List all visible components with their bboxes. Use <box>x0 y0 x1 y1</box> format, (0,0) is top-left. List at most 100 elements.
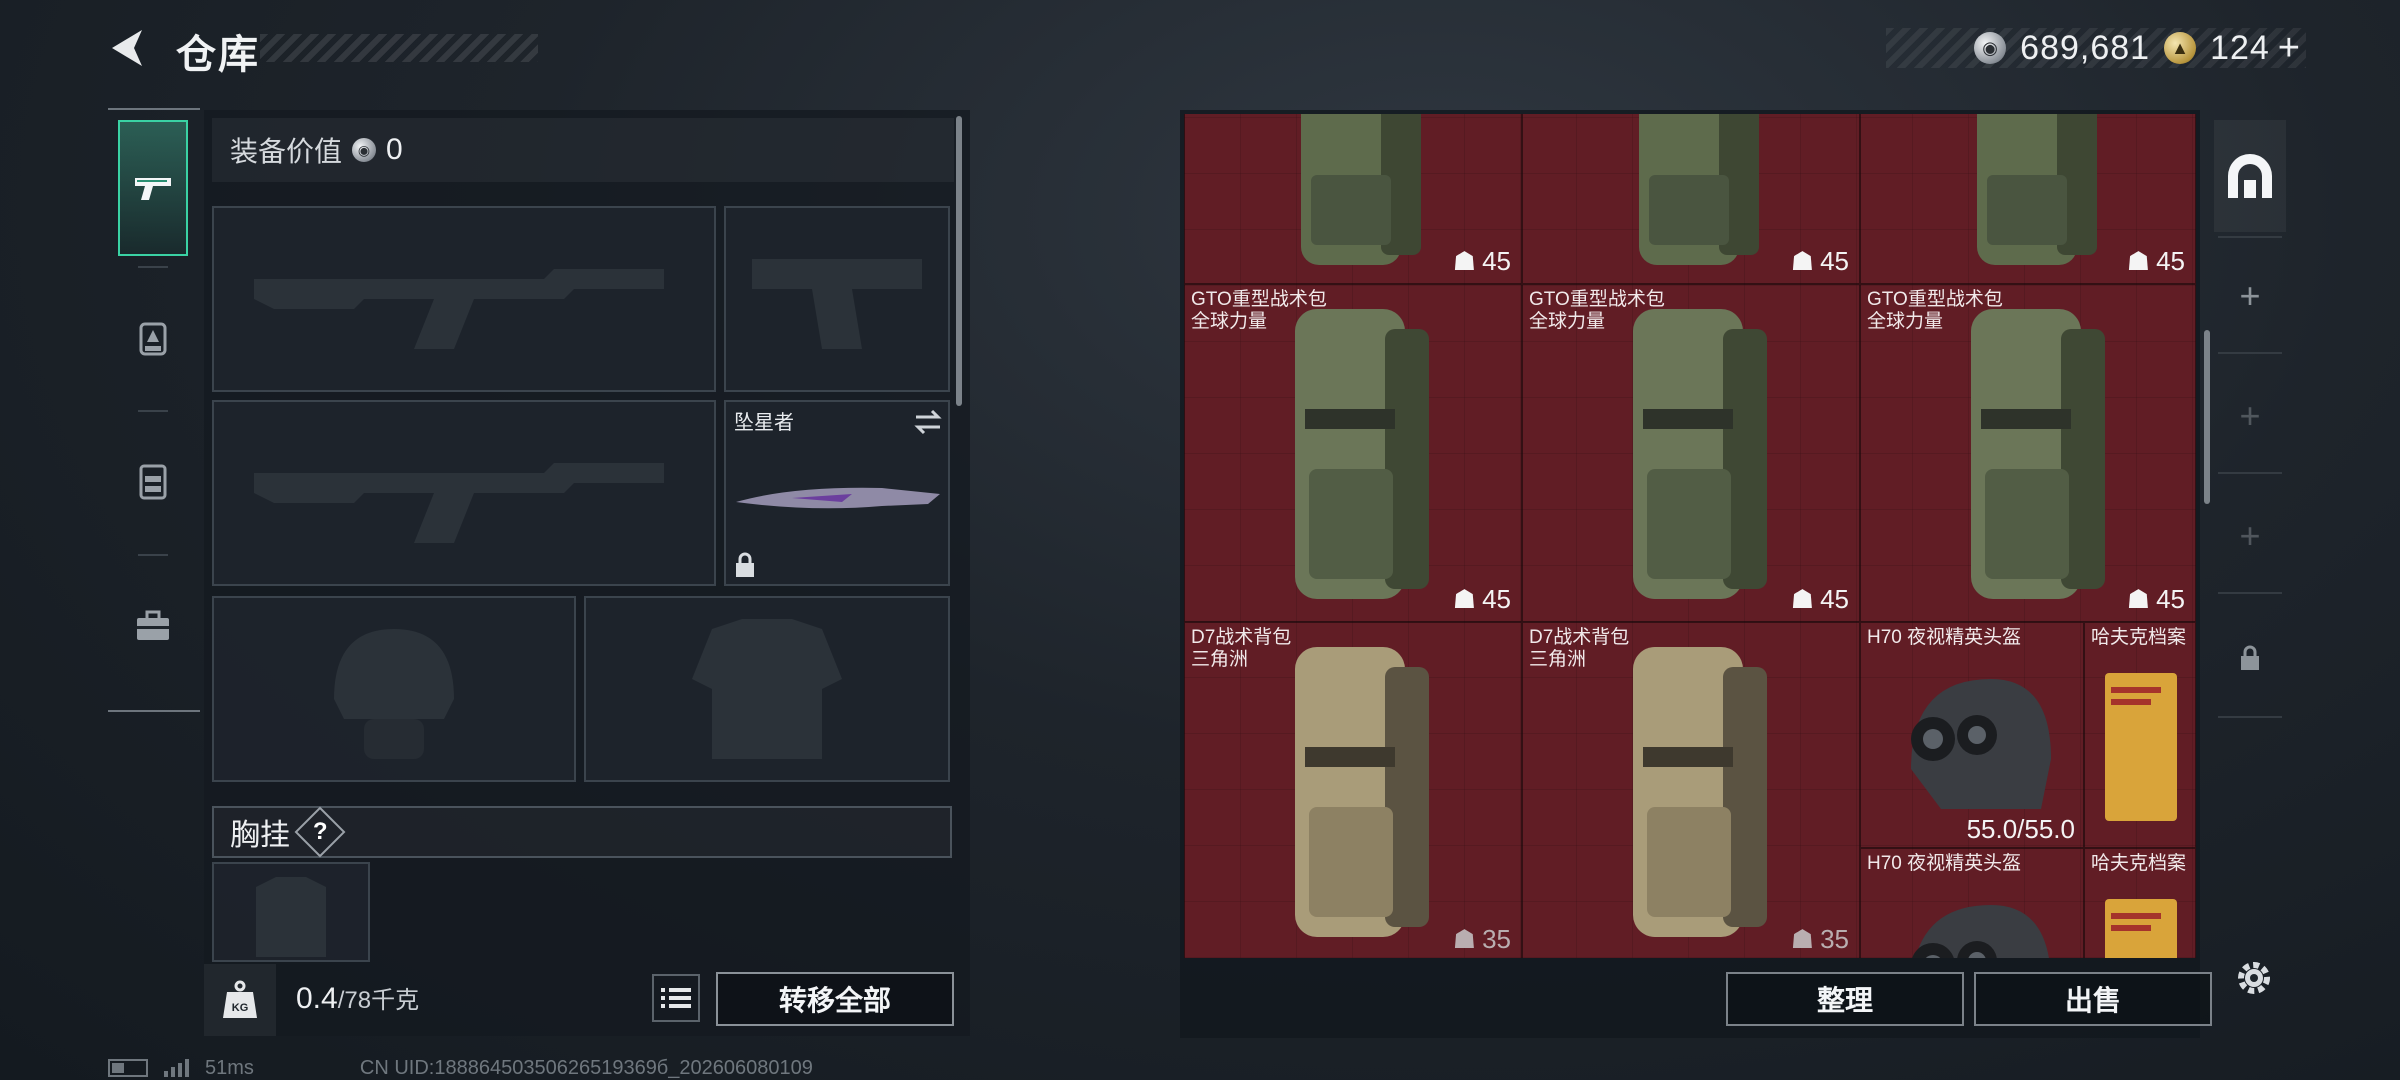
status-bar: 51ms CN UID:18886450350626519369б_202606… <box>108 1056 813 1080</box>
silver-coin-icon: ◉ <box>352 138 377 162</box>
category-nav <box>108 108 200 712</box>
capacity-icon: ☗ <box>1790 924 1815 954</box>
helmet-slot[interactable] <box>212 596 576 782</box>
storage-item[interactable]: GTO重型战术包 全球力量 ☗ 45 <box>1860 284 2196 622</box>
equipment-scrollbar[interactable] <box>956 116 962 406</box>
capacity-icon: ☗ <box>1790 584 1815 614</box>
backpack-icon <box>1633 647 1767 937</box>
weight-icon-box: KG <box>204 964 276 1036</box>
backpack-icon <box>1971 309 2105 599</box>
backpack-icon <box>1977 114 2097 265</box>
capacity-icon: ☗ <box>1452 246 1477 276</box>
chest-rig-header: 胸挂 ? <box>212 806 952 858</box>
nvg-helmet-icon <box>1912 905 2049 958</box>
chest-rig-icon <box>139 464 167 500</box>
equipment-value-label: 装备价值 <box>230 136 343 167</box>
backpack-icon <box>1301 114 1421 265</box>
transfer-all-button[interactable]: 转移全部 <box>716 972 954 1026</box>
lock-icon <box>2241 645 2259 670</box>
storage-item[interactable]: 哈夫克档案 <box>2084 848 2196 958</box>
nvg-helmet-icon <box>1911 679 2051 809</box>
add-storage-tab-button[interactable]: + <box>2214 246 2286 346</box>
storage-item[interactable]: D7战术背包 三角洲 ☗ 35 <box>1184 622 1522 958</box>
folder-icon <box>2105 899 2177 958</box>
silver-coin-icon: ◉ <box>1974 32 2007 64</box>
storage-item[interactable]: GTO重型战术包 全球力量 ☗ 45 <box>1522 284 1860 622</box>
capacity-icon: ☗ <box>1790 246 1815 276</box>
title-decoration <box>260 34 538 62</box>
sell-button[interactable]: 出售 <box>1974 972 2212 1026</box>
add-currency-button[interactable]: + <box>2278 27 2300 70</box>
item-name: 哈夫克档案 <box>2091 627 2187 648</box>
knife-icon <box>736 487 940 509</box>
armor-silhouette-icon <box>692 619 842 759</box>
folder-icon <box>2105 673 2177 821</box>
backpack-lock-icon <box>139 322 167 356</box>
rifle-silhouette-icon <box>254 269 664 349</box>
sidearm-slot[interactable] <box>724 206 950 392</box>
backpack-icon <box>1639 114 1759 265</box>
nav-chest-rig[interactable] <box>118 414 188 550</box>
storage-scrollbar[interactable] <box>2204 330 2210 504</box>
equipment-value-row: 装备价值 ◉ 0 <box>212 118 954 182</box>
primary-weapon-slot[interactable] <box>212 206 716 392</box>
storage-grid: ☗ 45 ☗ 45 ☗ 45 GTO重型战术包 全球力量 ☗ 45 GTO重型战术包 全球力… <box>1184 114 2196 958</box>
ping-readout: 51ms <box>205 1056 254 1079</box>
chest-rig-slot[interactable] <box>212 862 370 962</box>
storage-item[interactable]: ☗ 45 <box>1860 114 2196 284</box>
list-view-button[interactable] <box>652 974 700 1022</box>
gear-icon <box>2238 962 2270 994</box>
nav-weapons[interactable] <box>118 120 188 256</box>
silver-coin-balance: 689,681 <box>2020 28 2151 67</box>
currency-bar: ◉ 689,681 ▲ 124 + <box>1886 27 2306 70</box>
storage-item[interactable]: ☗ 45 <box>1522 114 1860 284</box>
vest-silhouette-icon <box>256 877 326 957</box>
swap-icon[interactable] <box>912 408 944 436</box>
storage-item[interactable]: H70 夜视精英头盔 <box>1860 848 2084 958</box>
battery-icon <box>108 1059 148 1077</box>
locked-storage-tab[interactable] <box>2214 608 2286 708</box>
pistol-icon <box>135 178 171 200</box>
warehouse-mode-button[interactable] <box>2214 120 2286 232</box>
pistol-silhouette-icon <box>752 259 922 349</box>
settings-button[interactable] <box>2226 950 2282 1006</box>
help-button[interactable]: ? <box>294 806 346 858</box>
capacity-icon: ☗ <box>1452 924 1477 954</box>
equipment-value: 0 <box>386 133 403 166</box>
lock-icon <box>736 552 754 577</box>
gold-coin-balance: 124 <box>2210 28 2270 67</box>
item-name: H70 夜视精英头盔 <box>1867 627 2022 648</box>
list-icon <box>661 988 691 1008</box>
organize-button[interactable]: 整理 <box>1726 972 1964 1026</box>
warehouse-icon <box>2228 154 2272 198</box>
back-button[interactable] <box>104 24 152 72</box>
armor-slot[interactable] <box>584 596 950 782</box>
add-storage-tab-button[interactable]: + <box>2214 366 2286 466</box>
item-name: 哈夫克档案 <box>2091 853 2187 874</box>
secondary-weapon-slot[interactable] <box>212 400 716 586</box>
weight-max: /78千克 <box>337 987 420 1014</box>
weight-readout: 0.4/78千克 <box>296 980 419 1016</box>
rifle-silhouette-icon <box>254 463 664 543</box>
melee-name: 坠星者 <box>734 412 794 434</box>
signal-icon <box>164 1059 189 1077</box>
svg-text:KG: KG <box>232 1002 249 1014</box>
item-name: H70 夜视精英头盔 <box>1867 853 2022 874</box>
nav-backpack-secure[interactable] <box>118 270 188 406</box>
weight-icon: KG <box>223 980 257 1018</box>
add-storage-tab-button[interactable]: + <box>2214 486 2286 586</box>
uid-readout: CN UID:18886450350626519369б_20260608010… <box>359 1056 813 1079</box>
storage-item[interactable]: 哈夫克档案 <box>2084 622 2196 848</box>
backpack-icon <box>1295 309 1429 599</box>
gold-coin-icon: ▲ <box>2164 32 2197 64</box>
storage-item[interactable]: D7战术背包 三角洲 ☗ 35 <box>1522 622 1860 958</box>
melee-slot[interactable]: 坠星者 <box>724 400 950 586</box>
durability: 55.0/55.0 <box>1966 814 2075 844</box>
back-arrow-icon <box>112 30 142 66</box>
toolbox-icon <box>137 610 169 640</box>
storage-item[interactable]: GTO重型战术包 全球力量 ☗ 45 <box>1184 284 1522 622</box>
storage-item[interactable]: H70 夜视精英头盔 55.0/55.0 <box>1860 622 2084 848</box>
nav-toolbox[interactable] <box>118 558 188 694</box>
storage-item[interactable]: ☗ 45 <box>1184 114 1522 284</box>
weight-current: 0.4 <box>296 982 338 1015</box>
